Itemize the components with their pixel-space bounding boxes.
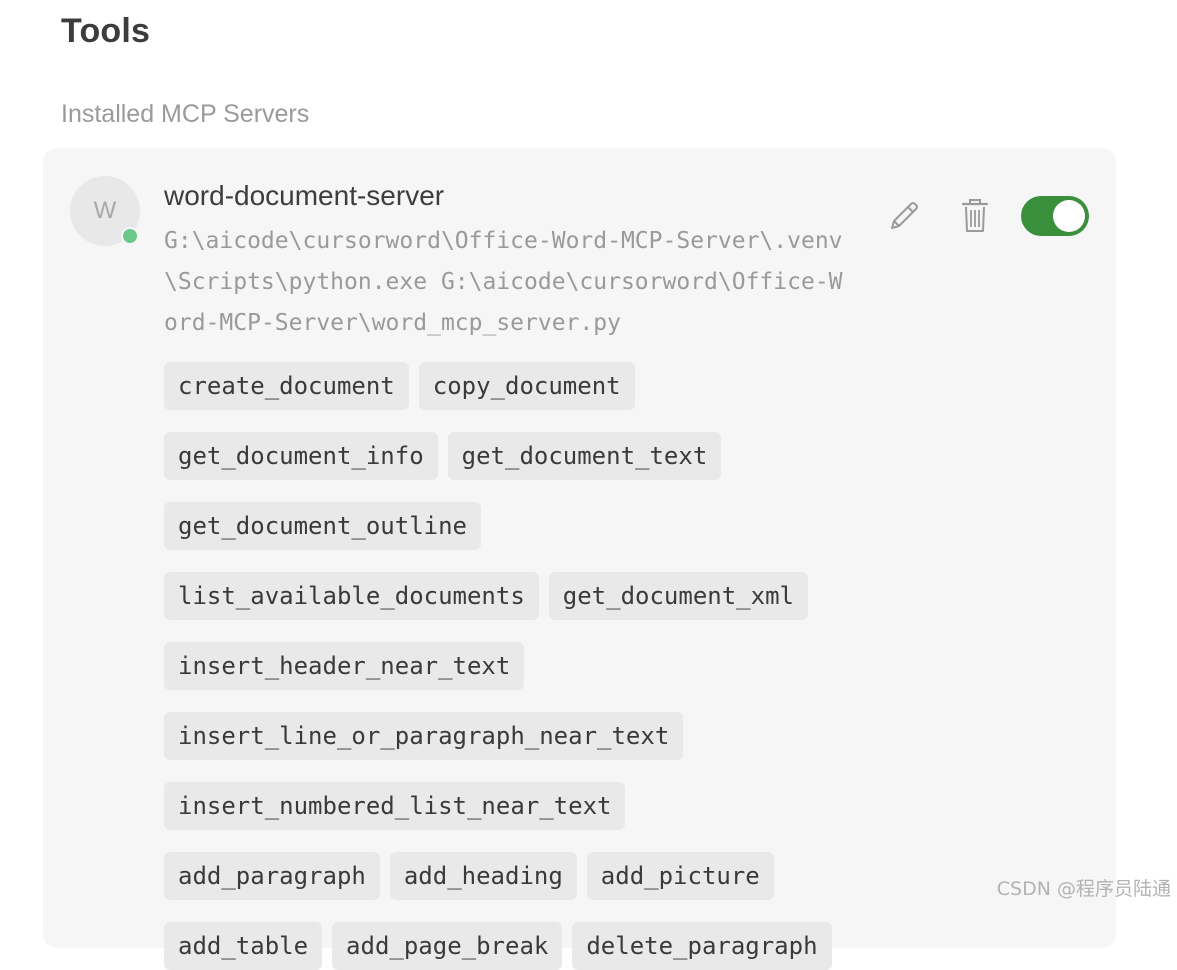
tool-chip[interactable]: copy_document bbox=[418, 362, 635, 410]
delete-server-button[interactable] bbox=[959, 198, 991, 234]
trash-icon bbox=[961, 199, 989, 232]
tool-chip[interactable]: delete_paragraph bbox=[572, 922, 832, 970]
server-name: word-document-server bbox=[164, 180, 445, 211]
tool-chip[interactable]: get_document_xml bbox=[548, 572, 808, 620]
tool-chip[interactable]: insert_line_or_paragraph_near_text bbox=[164, 712, 684, 760]
watermark: CSDN @程序员陆通 bbox=[996, 878, 1171, 900]
tool-chip[interactable]: add_paragraph bbox=[164, 852, 380, 900]
tool-chip[interactable]: add_page_break bbox=[332, 922, 563, 970]
pencil-icon bbox=[891, 202, 918, 229]
tool-chip[interactable]: get_document_outline bbox=[164, 502, 481, 550]
mcp-server-card: W word-document-server G:\aicode\cursorw… bbox=[43, 148, 1116, 970]
page-title: Tools bbox=[61, 12, 151, 50]
server-enabled-toggle[interactable] bbox=[1021, 196, 1089, 236]
edit-server-button[interactable] bbox=[886, 198, 922, 234]
tool-chip[interactable]: add_heading bbox=[389, 852, 577, 900]
toggle-knob bbox=[1053, 200, 1085, 232]
tool-chip[interactable]: add_picture bbox=[586, 852, 774, 900]
tool-chip[interactable]: create_document bbox=[164, 362, 409, 410]
section-label: Installed MCP Servers bbox=[61, 100, 310, 128]
tool-chip[interactable]: insert_header_near_text bbox=[164, 642, 525, 690]
server-command: G:\aicode\cursorword\Office-Word-MCP-Ser… bbox=[164, 228, 843, 336]
tool-chip[interactable]: add_table bbox=[164, 922, 323, 970]
tool-chip[interactable]: list_available_documents bbox=[164, 572, 539, 620]
tool-chip[interactable]: insert_numbered_list_near_text bbox=[164, 782, 626, 830]
tools-list: create_document copy_document get_docume… bbox=[164, 362, 884, 970]
avatar-letter: W bbox=[93, 197, 117, 224]
tool-chip[interactable]: get_document_text bbox=[447, 432, 722, 480]
status-online-indicator bbox=[121, 227, 139, 245]
tool-chip[interactable]: get_document_info bbox=[164, 432, 438, 480]
